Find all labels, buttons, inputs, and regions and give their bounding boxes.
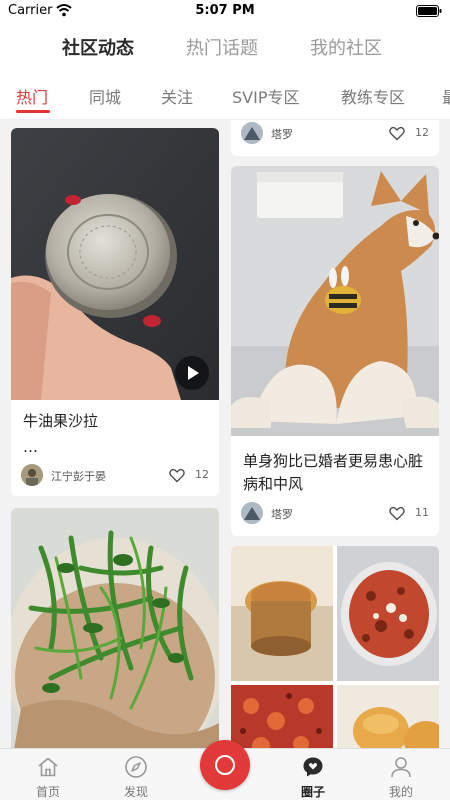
bottom-tab-home[interactable]: 首页 — [3, 749, 93, 800]
tab-community-feed[interactable]: 社区动态 — [62, 34, 134, 60]
post-image — [231, 166, 439, 436]
chat-bubble-icon — [303, 757, 323, 777]
heart-icon[interactable] — [389, 506, 405, 521]
category-tab-more[interactable]: 最 — [442, 84, 450, 108]
category-tab-svip[interactable]: SVIP专区 — [232, 84, 299, 108]
post-excerpt: … — [23, 438, 38, 456]
avatar[interactable] — [21, 464, 43, 486]
post-card[interactable] — [231, 546, 439, 748]
play-icon — [188, 366, 199, 380]
home-icon — [38, 757, 58, 777]
status-bar: Carrier 5:07 PM — [0, 0, 450, 22]
compass-icon — [125, 756, 147, 778]
category-tab-coach[interactable]: 教练专区 — [341, 84, 405, 108]
author-name[interactable]: 塔罗 — [271, 506, 293, 522]
bottom-tab-label: 首页 — [35, 785, 60, 799]
play-button[interactable] — [175, 356, 209, 390]
post-image — [231, 546, 439, 748]
tab-my-community[interactable]: 我的社区 — [310, 34, 382, 60]
bottom-tab-discover[interactable]: 发现 — [91, 749, 181, 800]
heart-icon[interactable] — [389, 126, 405, 141]
top-tab-bar: 社区动态 热门话题 我的社区 — [0, 22, 450, 72]
category-tab-bar: 热门 同城 关注 SVIP专区 教练专区 最 — [0, 72, 450, 120]
battery-icon — [416, 5, 442, 17]
green-vegetable-noodles-image — [11, 508, 219, 748]
post-card[interactable]: 塔罗 12 — [231, 120, 439, 156]
post-card[interactable]: 单身狗比已婚者更易患心脏病和中风 塔罗 11 — [231, 166, 439, 536]
bottom-tab-label: 发现 — [123, 785, 148, 799]
tab-hot-topics[interactable]: 热门话题 — [186, 34, 258, 60]
post-footer: 塔罗 12 — [241, 122, 429, 146]
post-card[interactable] — [11, 508, 219, 748]
bottom-tab-profile[interactable]: 我的 — [356, 749, 446, 800]
corgi-dog-image — [231, 166, 439, 436]
like-count: 12 — [415, 126, 429, 139]
profile-icon — [391, 757, 411, 778]
camera-icon — [215, 755, 235, 775]
bottom-tab-label: 我的 — [388, 785, 413, 799]
category-tab-nearby[interactable]: 同城 — [89, 84, 121, 108]
author-name[interactable]: 塔罗 — [271, 126, 293, 142]
category-tab-hot[interactable]: 热门 — [16, 84, 48, 108]
feed-grid[interactable]: 牛油果沙拉 … 江宁彭于晏 12 塔罗 12 单身狗比已婚者更易患心脏病和中风 … — [0, 120, 450, 748]
post-image — [11, 508, 219, 748]
avatar[interactable] — [241, 122, 263, 144]
post-footer: 江宁彭于晏 12 — [21, 464, 209, 488]
heart-icon[interactable] — [169, 468, 185, 483]
like-count: 12 — [195, 468, 209, 481]
active-tab-indicator — [16, 110, 50, 113]
post-title: 单身狗比已婚者更易患心脏病和中风 — [243, 452, 424, 493]
post-title: 牛油果沙拉 — [23, 412, 99, 430]
bottom-tab-label: 圈子 — [300, 785, 325, 799]
like-count: 11 — [415, 506, 429, 519]
food-collage-image — [231, 546, 439, 748]
category-tab-following[interactable]: 关注 — [161, 84, 193, 108]
camera-button[interactable] — [200, 740, 250, 790]
avatar[interactable] — [241, 502, 263, 524]
post-card[interactable]: 牛油果沙拉 … 江宁彭于晏 12 — [11, 128, 219, 496]
status-time: 5:07 PM — [195, 3, 255, 18]
post-footer: 塔罗 11 — [241, 502, 429, 526]
author-name[interactable]: 江宁彭于晏 — [51, 468, 106, 484]
bottom-tab-circle[interactable]: 圈子 — [268, 749, 358, 800]
